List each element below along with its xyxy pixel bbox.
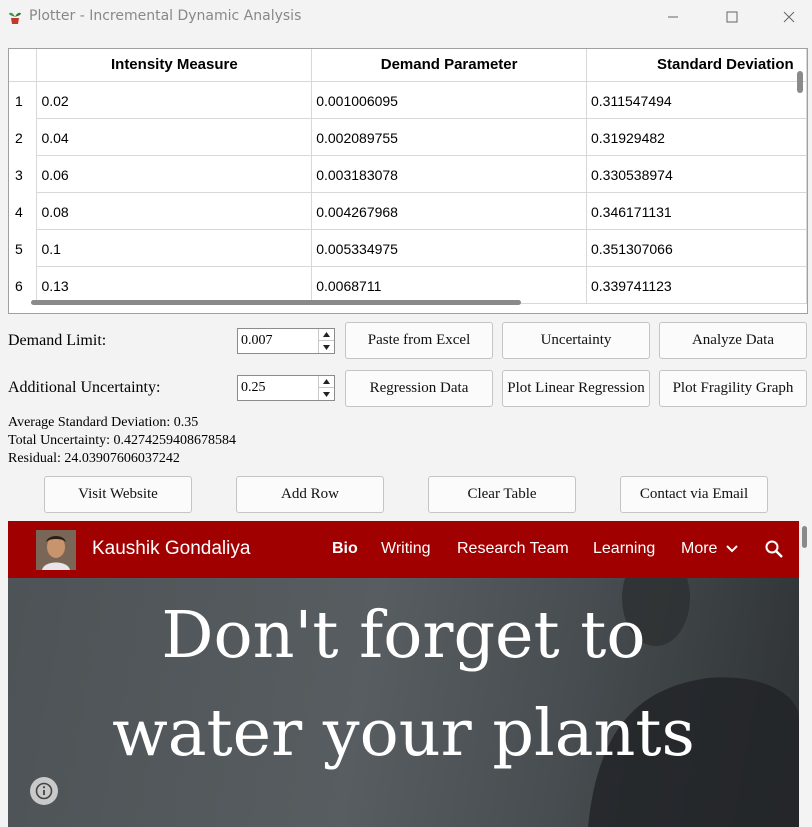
average-std-dev-text: Average Standard Deviation: 0.35 — [8, 415, 199, 430]
close-icon — [783, 11, 795, 23]
table-cell[interactable]: 0.346171131 — [586, 192, 807, 230]
table-cell[interactable]: 0.004267968 — [311, 192, 587, 230]
uncertainty-spin-buttons — [318, 376, 334, 400]
hero-title-line-2: water your plants — [112, 696, 695, 771]
paste-from-excel-button[interactable]: Paste from Excel — [345, 322, 493, 359]
data-table[interactable]: Intensity Measure Demand Parameter Stand… — [8, 48, 808, 314]
triangle-down-icon — [323, 344, 330, 350]
close-button[interactable] — [766, 0, 812, 34]
app-plant-icon — [8, 9, 22, 25]
row-number[interactable]: 1 — [9, 81, 38, 118]
nav-writing[interactable]: Writing — [381, 540, 431, 558]
row-number[interactable]: 2 — [9, 118, 38, 155]
spin-up-button[interactable] — [319, 329, 334, 341]
table-cell[interactable]: 0.04 — [36, 118, 313, 156]
demand-limit-spin-buttons — [318, 329, 334, 353]
residual-text: Residual: 24.03907606037242 — [8, 451, 180, 466]
table-cell[interactable]: 0.06 — [36, 155, 313, 193]
add-row-button[interactable]: Add Row — [236, 476, 384, 513]
demand-limit-label: Demand Limit: — [8, 332, 107, 349]
search-icon[interactable] — [765, 540, 783, 563]
column-header-demand[interactable]: Demand Parameter — [311, 49, 587, 82]
table-corner[interactable] — [9, 49, 38, 82]
window-title: Plotter - Incremental Dynamic Analysis — [29, 8, 302, 24]
table-cell[interactable]: 0.08 — [36, 192, 313, 230]
nav-bio[interactable]: Bio — [332, 540, 358, 558]
nav-learning[interactable]: Learning — [593, 540, 655, 558]
clear-table-button[interactable]: Clear Table — [428, 476, 576, 513]
row-number[interactable]: 4 — [9, 192, 38, 229]
hero-title-line-1: Don't forget to — [161, 598, 646, 673]
triangle-up-icon — [323, 332, 330, 337]
table-cell[interactable]: 0.351307066 — [586, 229, 807, 267]
info-icon — [35, 782, 53, 800]
avatar[interactable] — [36, 530, 76, 570]
spin-down-button[interactable] — [319, 341, 334, 353]
spin-up-button[interactable] — [319, 376, 334, 388]
table-cell[interactable]: 0.339741123 — [586, 266, 807, 304]
uncertainty-spinbox[interactable] — [237, 375, 335, 401]
row-number[interactable]: 6 — [9, 266, 38, 303]
nav-more-label: More — [681, 540, 718, 557]
row-number[interactable]: 5 — [9, 229, 38, 266]
table-cell[interactable]: 0.003183078 — [311, 155, 587, 193]
hero-banner: Don't forget to water your plants — [8, 578, 799, 827]
plot-fragility-graph-button[interactable]: Plot Fragility Graph — [659, 370, 807, 407]
table-horizontal-scrollbar[interactable] — [31, 300, 521, 305]
table-cell[interactable]: 0.02 — [36, 81, 313, 119]
analyze-data-button[interactable]: Analyze Data — [659, 322, 807, 359]
table-header-row: Intensity Measure Demand Parameter Stand… — [9, 49, 807, 82]
demand-limit-spinbox[interactable] — [237, 328, 335, 354]
table-cell[interactable]: 0.13 — [36, 266, 313, 304]
maximize-icon — [726, 11, 738, 23]
table-cell[interactable]: 0.1 — [36, 229, 313, 267]
minimize-button[interactable] — [650, 0, 696, 34]
table-row[interactable]: 5 0.1 0.005334975 0.351307066 — [9, 229, 807, 267]
table-row[interactable]: 1 0.02 0.001006095 0.311547494 — [9, 81, 807, 119]
website-scroll-track — [799, 521, 812, 827]
chevron-down-icon — [726, 545, 738, 553]
nav-more[interactable]: More — [681, 540, 738, 558]
data-grid: Intensity Measure Demand Parameter Stand… — [9, 49, 807, 304]
spin-down-button[interactable] — [319, 388, 334, 400]
table-row[interactable]: 2 0.04 0.002089755 0.31929482 — [9, 118, 807, 156]
regression-data-button[interactable]: Regression Data — [345, 370, 493, 407]
triangle-down-icon — [323, 391, 330, 397]
table-cell[interactable]: 0.0068711 — [311, 266, 587, 304]
site-name[interactable]: Kaushik Gondaliya — [92, 538, 250, 560]
additional-uncertainty-label: Additional Uncertainty: — [8, 379, 161, 396]
site-navbar: Kaushik Gondaliya Bio Writing Research T… — [8, 521, 799, 578]
table-vertical-scrollbar[interactable] — [797, 71, 803, 93]
visit-website-button[interactable]: Visit Website — [44, 476, 192, 513]
column-header-std-dev[interactable]: Standard Deviation — [586, 49, 807, 82]
table-cell[interactable]: 0.002089755 — [311, 118, 587, 156]
nav-research-team[interactable]: Research Team — [457, 540, 569, 558]
uncertainty-button[interactable]: Uncertainty — [502, 322, 650, 359]
column-header-intensity[interactable]: Intensity Measure — [36, 49, 313, 82]
minimize-icon — [668, 16, 678, 18]
table-cell[interactable]: 0.31929482 — [586, 118, 807, 156]
uncertainty-input[interactable] — [238, 376, 318, 400]
website-vertical-scrollbar[interactable] — [802, 526, 807, 548]
table-cell[interactable]: 0.005334975 — [311, 229, 587, 267]
table-row[interactable]: 4 0.08 0.004267968 0.346171131 — [9, 192, 807, 230]
table-cell[interactable]: 0.330538974 — [586, 155, 807, 193]
table-cell[interactable]: 0.311547494 — [586, 81, 807, 119]
contact-via-email-button[interactable]: Contact via Email — [620, 476, 768, 513]
plot-linear-regression-button[interactable]: Plot Linear Regression — [502, 370, 650, 407]
table-cell[interactable]: 0.001006095 — [311, 81, 587, 119]
title-bar: Plotter - Incremental Dynamic Analysis — [0, 0, 812, 34]
maximize-button[interactable] — [709, 0, 755, 34]
embedded-website[interactable]: Kaushik Gondaliya Bio Writing Research T… — [8, 521, 799, 827]
row-number[interactable]: 3 — [9, 155, 38, 192]
demand-limit-input[interactable] — [238, 329, 318, 353]
total-uncertainty-text: Total Uncertainty: 0.4274259408678584 — [8, 433, 237, 448]
table-row[interactable]: 3 0.06 0.003183078 0.330538974 — [9, 155, 807, 193]
table-row[interactable]: 6 0.13 0.0068711 0.339741123 — [9, 266, 807, 304]
info-button[interactable] — [30, 777, 58, 805]
triangle-up-icon — [323, 379, 330, 384]
